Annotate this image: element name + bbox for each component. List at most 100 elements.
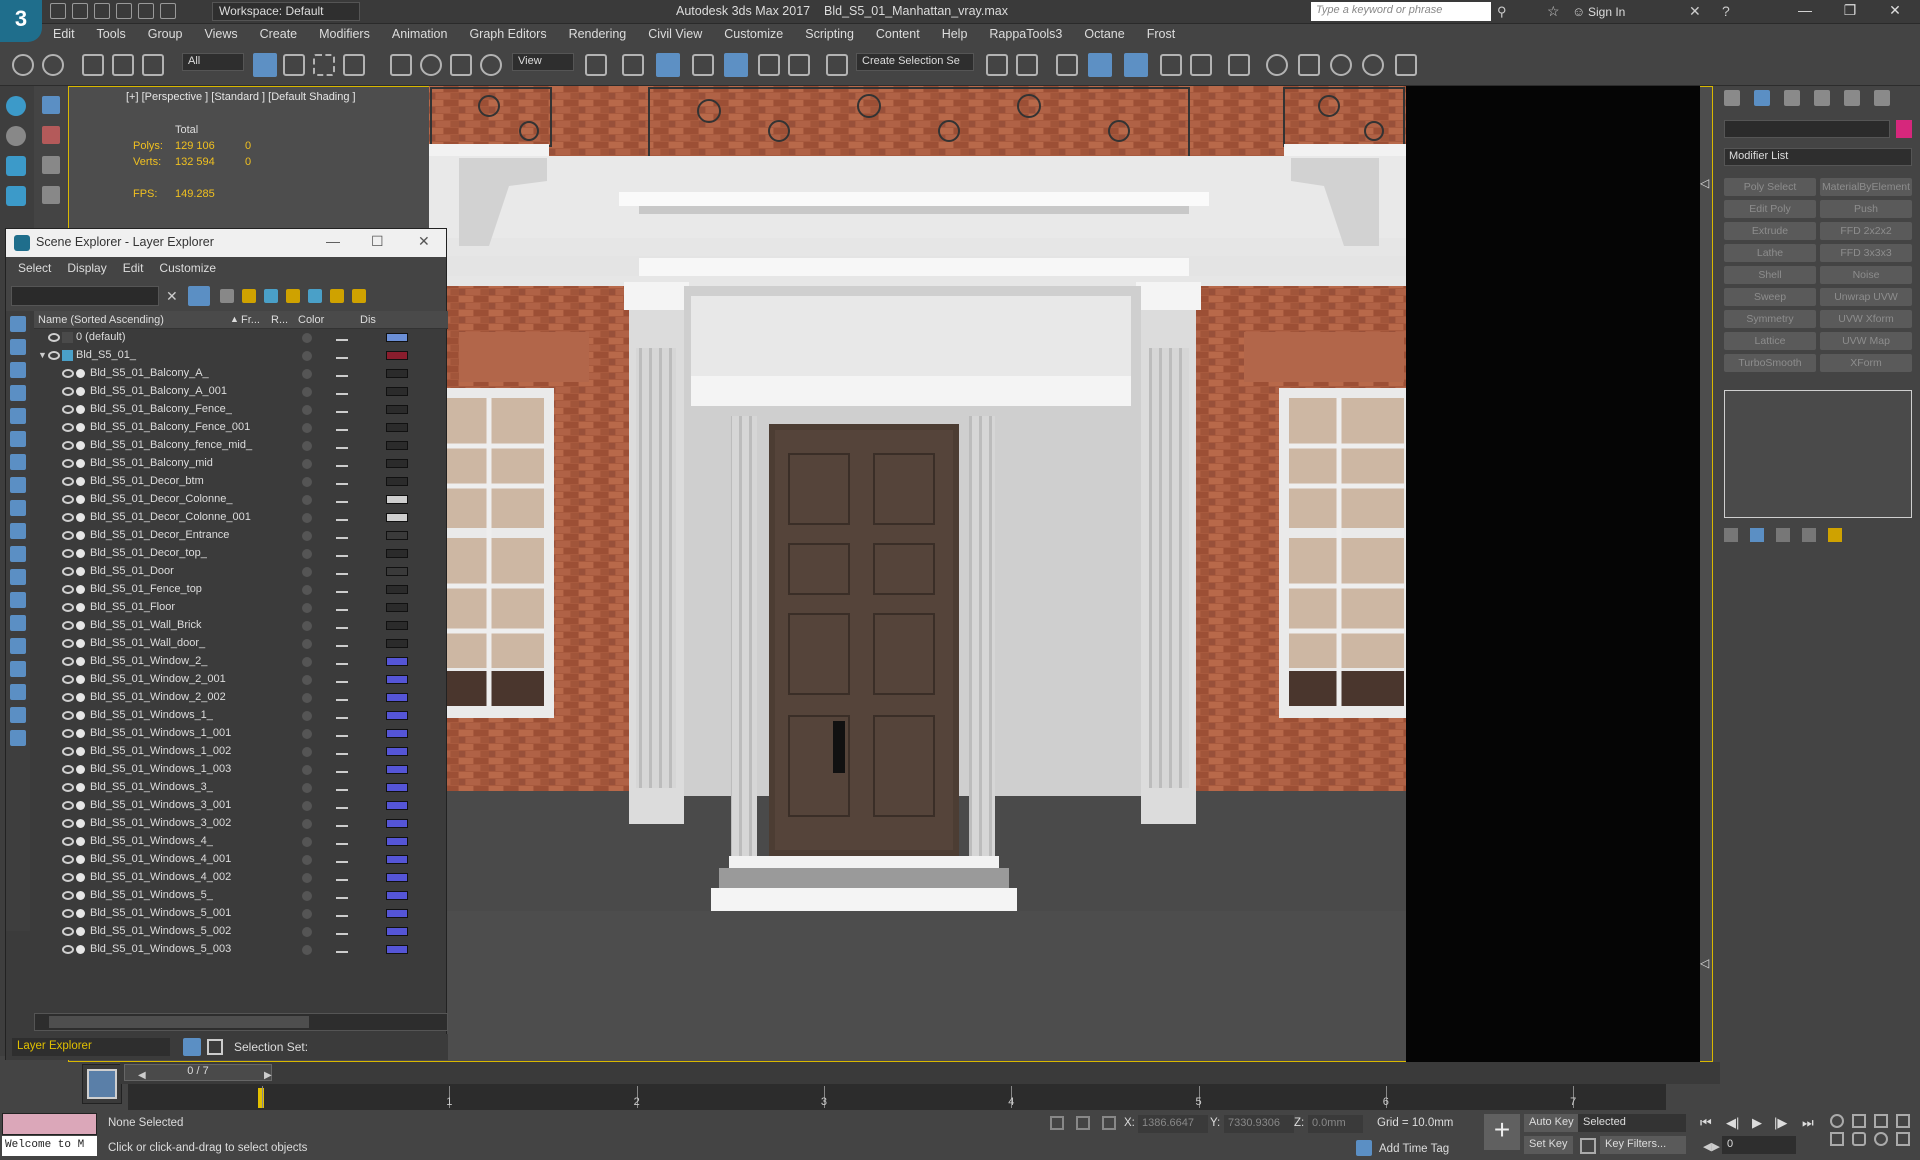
display-lights-icon[interactable] bbox=[10, 362, 26, 378]
visibility-eye-icon[interactable] bbox=[62, 369, 74, 378]
invert-display-icon[interactable] bbox=[10, 638, 26, 654]
freeze-toggle-icon[interactable] bbox=[302, 873, 312, 883]
close-icon[interactable]: ✕ bbox=[418, 233, 430, 250]
layer-color-swatch[interactable] bbox=[386, 927, 408, 936]
add-to-layer-icon[interactable] bbox=[286, 289, 300, 303]
renderable-teapot-icon[interactable] bbox=[336, 334, 348, 341]
visibility-eye-icon[interactable] bbox=[62, 405, 74, 414]
renderable-teapot-icon[interactable] bbox=[336, 640, 348, 647]
renderable-teapot-icon[interactable] bbox=[336, 388, 348, 395]
add-time-tag-button[interactable]: Add Time Tag bbox=[1379, 1143, 1449, 1155]
set-key-button[interactable]: Set Key bbox=[1524, 1136, 1573, 1154]
visibility-eye-icon[interactable] bbox=[62, 657, 74, 666]
freeze-toggle-icon[interactable] bbox=[302, 927, 312, 937]
make-current-layer-icon[interactable] bbox=[308, 289, 322, 303]
layer-row[interactable]: Bld_S5_01_Windows_5_001 bbox=[34, 905, 448, 923]
layer-color-swatch[interactable] bbox=[386, 585, 408, 594]
renderable-teapot-icon[interactable] bbox=[336, 460, 348, 467]
menu-rappatools3[interactable]: RappaTools3 bbox=[978, 24, 1073, 46]
a360-gallery-icon[interactable] bbox=[1395, 54, 1417, 76]
filter-icon[interactable] bbox=[188, 286, 210, 306]
menu-views[interactable]: Views bbox=[193, 24, 248, 46]
freeze-toggle-icon[interactable] bbox=[302, 801, 312, 811]
layer-row[interactable]: Bld_S5_01_Fence_top bbox=[34, 581, 448, 599]
layer-row[interactable]: Bld_S5_01_Decor_Entrance bbox=[34, 527, 448, 545]
link-icon[interactable] bbox=[82, 54, 104, 76]
modifier-button-edit-poly[interactable]: Edit Poly bbox=[1724, 200, 1816, 218]
hierarchy-tab-icon[interactable] bbox=[1784, 90, 1800, 106]
visibility-eye-icon[interactable] bbox=[62, 621, 74, 630]
layer-row[interactable]: ▼ Bld_S5_01_ bbox=[34, 347, 448, 365]
y-coordinate-field[interactable]: 7330.9306 bbox=[1224, 1115, 1294, 1133]
menu-rendering[interactable]: Rendering bbox=[558, 24, 638, 46]
unlink-icon[interactable] bbox=[112, 54, 134, 76]
time-slider-next-icon[interactable]: ▶ bbox=[264, 1070, 272, 1081]
named-selection-dropdown[interactable]: Create Selection Se bbox=[856, 53, 974, 71]
menu-customize[interactable]: Customize bbox=[713, 24, 794, 46]
display-all-icon[interactable] bbox=[10, 592, 26, 608]
renderable-teapot-icon[interactable] bbox=[336, 496, 348, 503]
layer-color-swatch[interactable] bbox=[386, 423, 408, 432]
layer-color-swatch[interactable] bbox=[386, 783, 408, 792]
freeze-toggle-icon[interactable] bbox=[302, 675, 312, 685]
remove-modifier-icon[interactable] bbox=[1802, 528, 1816, 542]
visibility-eye-icon[interactable] bbox=[62, 945, 74, 954]
freeze-toggle-icon[interactable] bbox=[302, 783, 312, 793]
curve-editor-icon[interactable] bbox=[1160, 54, 1182, 76]
modifier-list-dropdown[interactable]: Modifier List bbox=[1724, 148, 1912, 166]
zoom-extents-all-icon[interactable] bbox=[1896, 1114, 1910, 1128]
display-bones-icon[interactable] bbox=[10, 500, 26, 516]
modifier-button-uvw-map[interactable]: UVW Map bbox=[1820, 332, 1912, 350]
toggle-ribbon-icon[interactable] bbox=[1124, 53, 1148, 77]
layer-row[interactable]: Bld_S5_01_Decor_btm bbox=[34, 473, 448, 491]
layer-row[interactable]: Bld_S5_01_Windows_4_002 bbox=[34, 869, 448, 887]
visibility-eye-icon[interactable] bbox=[62, 909, 74, 918]
freeze-toggle-icon[interactable] bbox=[302, 621, 312, 631]
auto-key-button[interactable]: Auto Key bbox=[1524, 1114, 1579, 1132]
layer-row[interactable]: Bld_S5_01_Windows_1_002 bbox=[34, 743, 448, 761]
orbit-icon[interactable] bbox=[1874, 1132, 1888, 1146]
exchange-icon[interactable]: ✕ bbox=[1689, 3, 1701, 20]
mini-viewport-icon[interactable] bbox=[82, 1064, 122, 1104]
freeze-toggle-icon[interactable] bbox=[302, 855, 312, 865]
layer-row[interactable]: 0 (default) bbox=[34, 329, 448, 347]
redo-icon[interactable] bbox=[138, 3, 154, 19]
layer-color-swatch[interactable] bbox=[386, 891, 408, 900]
layer-color-swatch[interactable] bbox=[386, 513, 408, 522]
current-frame-field[interactable]: 0 bbox=[1722, 1136, 1796, 1154]
visibility-eye-icon[interactable] bbox=[62, 765, 74, 774]
modify-tab-icon[interactable] bbox=[1754, 90, 1770, 106]
display-none-icon[interactable] bbox=[10, 615, 26, 631]
visibility-eye-icon[interactable] bbox=[62, 819, 74, 828]
material-editor-icon[interactable] bbox=[1228, 54, 1250, 76]
visibility-eye-icon[interactable] bbox=[62, 441, 74, 450]
absolute-mode-icon[interactable] bbox=[1102, 1116, 1116, 1130]
tree-icon[interactable] bbox=[6, 186, 26, 206]
layer-row[interactable]: Bld_S5_01_Windows_5_002 bbox=[34, 923, 448, 941]
layer-color-swatch[interactable] bbox=[386, 801, 408, 810]
layer-row[interactable]: Bld_S5_01_Decor_Colonne_001 bbox=[34, 509, 448, 527]
freeze-toggle-icon[interactable] bbox=[302, 945, 312, 955]
layer-color-swatch[interactable] bbox=[386, 747, 408, 756]
layer-row[interactable]: Bld_S5_01_Windows_1_ bbox=[34, 707, 448, 725]
render-setup-icon[interactable] bbox=[1266, 54, 1288, 76]
layer-color-swatch[interactable] bbox=[386, 549, 408, 558]
modifier-button-extrude[interactable]: Extrude bbox=[1724, 222, 1816, 240]
renderable-teapot-icon[interactable] bbox=[336, 838, 348, 845]
layer-row[interactable]: Bld_S5_01_Balcony_A_001 bbox=[34, 383, 448, 401]
visibility-eye-icon[interactable] bbox=[62, 567, 74, 576]
renderable-teapot-icon[interactable] bbox=[336, 874, 348, 881]
renderable-teapot-icon[interactable] bbox=[336, 856, 348, 863]
select-by-name-icon[interactable] bbox=[283, 54, 305, 76]
schematic-view-icon[interactable] bbox=[1190, 54, 1212, 76]
renderable-teapot-icon[interactable] bbox=[336, 478, 348, 485]
selection-set-mode-icon[interactable] bbox=[207, 1039, 223, 1055]
layer-row[interactable]: Bld_S5_01_Windows_3_002 bbox=[34, 815, 448, 833]
visibility-eye-icon[interactable] bbox=[62, 495, 74, 504]
minimize-icon[interactable]: — bbox=[326, 233, 340, 249]
spinner-snap-icon[interactable] bbox=[788, 54, 810, 76]
menu-frost[interactable]: Frost bbox=[1136, 24, 1186, 46]
app-logo-icon[interactable]: 3 bbox=[0, 0, 42, 42]
freeze-toggle-icon[interactable] bbox=[302, 333, 312, 343]
layer-row[interactable]: Bld_S5_01_Windows_5_ bbox=[34, 887, 448, 905]
